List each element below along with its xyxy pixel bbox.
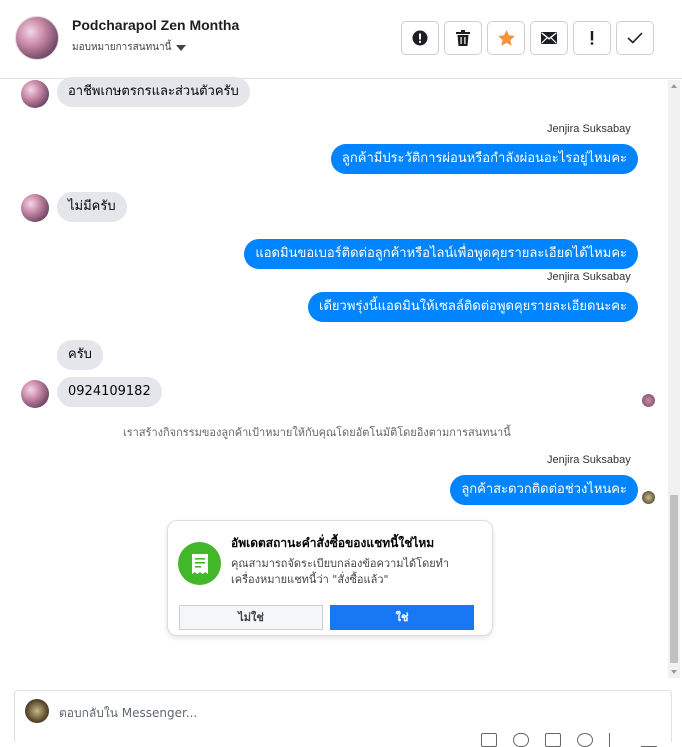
sender-name: Jenjira Suksabay <box>547 454 631 466</box>
seen-avatar <box>642 394 655 407</box>
outgoing-message: เดียวพรุ่งนี้แอดมินให้เซลล์ติดต่อพูดคุยร… <box>308 292 638 322</box>
payment-icon[interactable] <box>609 733 625 747</box>
reply-composer <box>14 690 672 747</box>
system-note: เราสร้างกิจกรรมของลูกค้าเป้าหมายให้กับคุ… <box>123 426 511 439</box>
seen-avatar <box>642 491 655 504</box>
receipt-icon <box>178 542 221 585</box>
incoming-message: อาชีพเกษตรกรและส่วนตัวครับ <box>57 77 250 107</box>
exclamation-icon <box>590 31 594 45</box>
no-button[interactable]: ไม่ใช่ <box>179 605 323 630</box>
contact-avatar[interactable] <box>15 16 59 60</box>
alert-circle-icon <box>412 30 428 46</box>
attachment-icon[interactable] <box>513 733 529 747</box>
envelope-icon <box>541 32 557 44</box>
sender-name: Jenjira Suksabay <box>547 123 631 135</box>
chevron-down-icon <box>176 45 187 51</box>
check-icon <box>627 32 643 44</box>
card-body: คุณสามารถจัดระเบียบกล่องข้อความได้โดยทำเ… <box>231 557 450 586</box>
sender-name: Jenjira Suksabay <box>547 271 631 283</box>
scroll-thumb[interactable] <box>670 495 678 663</box>
reply-input[interactable] <box>59 703 619 723</box>
composer-toolbar <box>481 733 657 747</box>
contact-avatar-small <box>21 80 49 108</box>
follow-up-button[interactable] <box>573 21 611 55</box>
star-button[interactable] <box>487 21 525 55</box>
unread-button[interactable] <box>530 21 568 55</box>
card-title: อัพเดตสถานะคำสั่งซื้อของแชทนี้ใช่ไหม <box>231 536 435 550</box>
emoji-icon[interactable] <box>577 733 593 747</box>
conversation-header: Podcharapol Zen Montha มอบหมายการสนทนานี… <box>0 0 682 79</box>
assign-conversation-dropdown[interactable]: มอบหมายการสนทนานี้ <box>72 40 187 55</box>
contact-name[interactable]: Podcharapol Zen Montha <box>72 17 239 33</box>
assign-label: มอบหมายการสนทนานี้ <box>72 42 172 53</box>
outgoing-message: แอดมินขอเบอร์ติดต่อลูกค้าหรือไลน์เพื่อพู… <box>244 239 638 269</box>
thread-scrollbar[interactable] <box>668 80 680 678</box>
delete-button[interactable] <box>444 21 482 55</box>
star-icon <box>497 30 515 46</box>
yes-button[interactable]: ใช่ <box>330 605 474 630</box>
order-status-card: อัพเดตสถานะคำสั่งซื้อของแชทนี้ใช่ไหม คุณ… <box>167 520 493 636</box>
spam-button[interactable] <box>401 21 439 55</box>
trash-icon <box>456 30 470 46</box>
gif-icon[interactable] <box>545 733 561 747</box>
done-button[interactable] <box>616 21 654 55</box>
outgoing-message: ลูกค้าสะดวกติดต่อช่วงไหนคะ <box>450 475 638 505</box>
incoming-message: ไม่มีครับ <box>57 192 127 222</box>
contact-avatar-small <box>21 380 49 408</box>
outgoing-message: ลูกค้ามีประวัติการผ่อนหรือกำลังผ่อนอะไรอ… <box>330 144 638 174</box>
contact-avatar-small <box>21 194 49 222</box>
scroll-down-icon[interactable] <box>671 670 677 674</box>
incoming-message: ครับ <box>57 340 103 370</box>
scroll-up-icon[interactable] <box>671 84 677 88</box>
page-avatar <box>25 699 49 723</box>
like-icon[interactable] <box>641 733 657 747</box>
saved-reply-icon[interactable] <box>481 733 497 747</box>
incoming-message: 0924109182 <box>57 377 162 407</box>
